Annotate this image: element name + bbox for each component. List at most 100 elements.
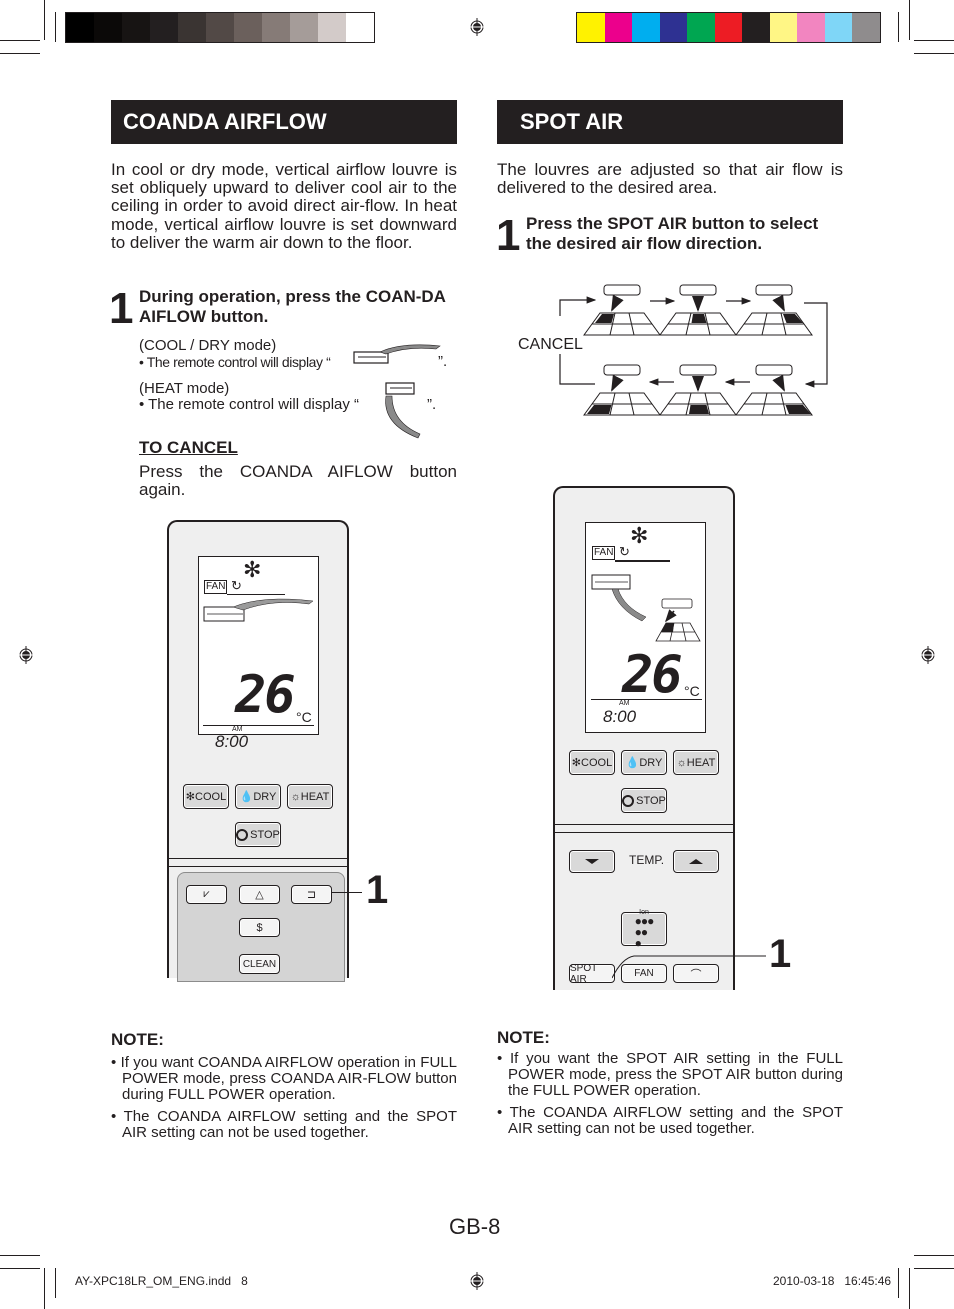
calibration-swatch — [632, 13, 660, 42]
dry-button[interactable]: 💧 DRY — [235, 784, 281, 809]
snowflake-icon: ✻ — [185, 791, 196, 803]
spot-air-step-text: Press the SPOT AIR button to select the … — [526, 214, 819, 253]
remote-divider — [555, 832, 733, 833]
coanda-step-text: During operation, press the COAN-DA AIFL… — [139, 287, 446, 326]
registration-mark-icon — [468, 1272, 486, 1290]
water-drop-icon: 💧 — [625, 757, 640, 769]
lcd-temperature: 26 — [235, 665, 296, 725]
crop-mark — [55, 1268, 56, 1298]
swing-button[interactable]: ⩗ — [186, 885, 227, 904]
target-zone-mark — [691, 314, 707, 323]
temp-down-button[interactable] — [569, 850, 615, 873]
heat-button[interactable]: ☼ HEAT — [287, 784, 333, 809]
sun-icon: ☼ — [676, 756, 687, 769]
spot-air-note-heading: NOTE: — [497, 1028, 550, 1047]
to-cancel-heading: TO CANCEL — [139, 438, 238, 457]
fan-auto-icon: ↻ — [231, 578, 242, 593]
crop-mark — [914, 1255, 954, 1256]
calibration-swatch — [206, 13, 234, 42]
spot-air-position-front-left — [583, 284, 661, 336]
callout-line — [612, 955, 766, 979]
cool-button[interactable]: ✻ COOL — [183, 784, 229, 809]
calibration-swatch — [604, 13, 632, 42]
calibration-swatch — [824, 13, 852, 42]
cool-dry-display-close: ”. — [438, 353, 448, 370]
indoor-unit-icon — [755, 284, 793, 296]
louvre-swing-icon: ⩗ — [203, 888, 210, 900]
spot-air-intro-text: The louvres are adjusted so that air flo… — [497, 160, 843, 198]
calibration-swatch — [577, 13, 605, 42]
coanda-note-item: • The COANDA AIRFLOW setting and the SPO… — [111, 1108, 457, 1141]
power-ring-icon — [236, 828, 249, 841]
heat-mode-label: (HEAT mode) — [139, 380, 230, 397]
lcd-clock: 8:00 — [603, 707, 637, 726]
calibration-swatch — [852, 13, 880, 42]
calibration-swatch — [687, 13, 715, 42]
crop-mark — [909, 1268, 910, 1309]
power-ring-icon — [622, 794, 635, 807]
remote-divider — [555, 824, 733, 825]
registration-mark-icon — [468, 18, 486, 36]
page-number: GB-8 — [449, 1214, 501, 1239]
calibration-swatch — [94, 13, 122, 42]
remote-control-spot-air: ✻ FAN ↻ 26 °C AM 8:00 ✻ COOL 💧 DRY ☼ HEAT S… — [553, 486, 735, 990]
spot-air-section-title: SPOT AIR — [497, 100, 843, 144]
dry-button[interactable]: 💧 DRY — [621, 750, 667, 775]
fan-auto-icon: ↻ — [619, 544, 630, 559]
crop-mark — [0, 1268, 40, 1269]
registration-mark-icon — [919, 646, 937, 664]
clean-button[interactable]: CLEAN — [239, 954, 280, 974]
ceiling-airflow-button[interactable]: △ — [239, 885, 280, 904]
eco-button[interactable]: $ — [239, 918, 280, 937]
coanda-upward-airflow-icon — [353, 344, 441, 364]
indoor-unit-icon — [679, 284, 717, 296]
plasmacluster-ion-button[interactable]: Ion ●●● ●● ● — [621, 909, 667, 950]
ceiling-fan-icon: △ — [255, 889, 264, 901]
water-drop-icon: 💧 — [239, 791, 254, 803]
callout-line — [331, 892, 362, 893]
indoor-unit-icon — [755, 364, 793, 376]
temp-up-button[interactable] — [673, 850, 719, 873]
calibration-swatch — [714, 13, 742, 42]
airflow-arrow-icon — [611, 294, 624, 312]
remote-lcd-display: ✻ FAN ↻ 26 °C AM 8:00 — [585, 522, 706, 733]
grayscale-calibration-bar — [65, 12, 375, 43]
calibration-swatch — [742, 13, 770, 42]
lcd-temperature-unit: °C — [296, 709, 312, 725]
stop-button[interactable]: STOP — [235, 822, 281, 847]
stop-button[interactable]: STOP — [621, 788, 667, 813]
footer-filename: AY-XPC18LR_OM_ENG.indd 8 — [75, 1274, 248, 1288]
cycle-arrow — [804, 302, 828, 388]
coanda-airflow-button[interactable]: ⊐ — [291, 885, 332, 904]
coanda-icon: ⊐ — [306, 889, 317, 901]
spot-air-position-front-center — [659, 284, 737, 336]
spot-air-button-callout: 1 — [769, 932, 792, 976]
calibration-swatch — [290, 13, 318, 42]
lcd-temperature: 26 — [622, 645, 683, 705]
heat-display-close: ”. — [427, 396, 437, 413]
coanda-note-heading: NOTE: — [111, 1030, 164, 1049]
calibration-swatch — [66, 13, 94, 42]
temp-label: TEMP. — [629, 853, 665, 867]
cool-button[interactable]: ✻ COOL — [569, 750, 615, 775]
ion-dots-icon: ●●● ●● ● — [634, 914, 655, 950]
calibration-swatch — [122, 13, 150, 42]
cycle-arrow — [559, 352, 595, 385]
lcd-fan-label: FAN — [592, 546, 616, 560]
coanda-step-number: 1 — [109, 284, 134, 333]
calibration-swatch — [346, 13, 374, 42]
heat-button[interactable]: ☼ HEAT — [673, 750, 719, 775]
lcd-temperature-unit: °C — [684, 683, 700, 699]
triangle-up-icon — [689, 859, 703, 864]
remote-lcd-display: ✻ FAN ↻ 26 °C AM 8:00 — [198, 556, 319, 750]
coanda-note-item: • If you want COANDA AIRFLOW operation i… — [111, 1054, 457, 1103]
lcd-divider — [615, 560, 670, 562]
snowflake-icon: ✻ — [571, 757, 582, 769]
spot-air-step-number: 1 — [496, 211, 521, 260]
spot-air-position-front-right — [735, 284, 813, 336]
cool-snowflake-icon: ✻ — [630, 523, 649, 548]
spot-air-button[interactable]: SPOT AIR — [569, 963, 615, 985]
triangle-down-icon — [585, 859, 599, 864]
dollar-icon: $ — [256, 921, 263, 934]
indoor-unit-icon — [603, 284, 641, 296]
